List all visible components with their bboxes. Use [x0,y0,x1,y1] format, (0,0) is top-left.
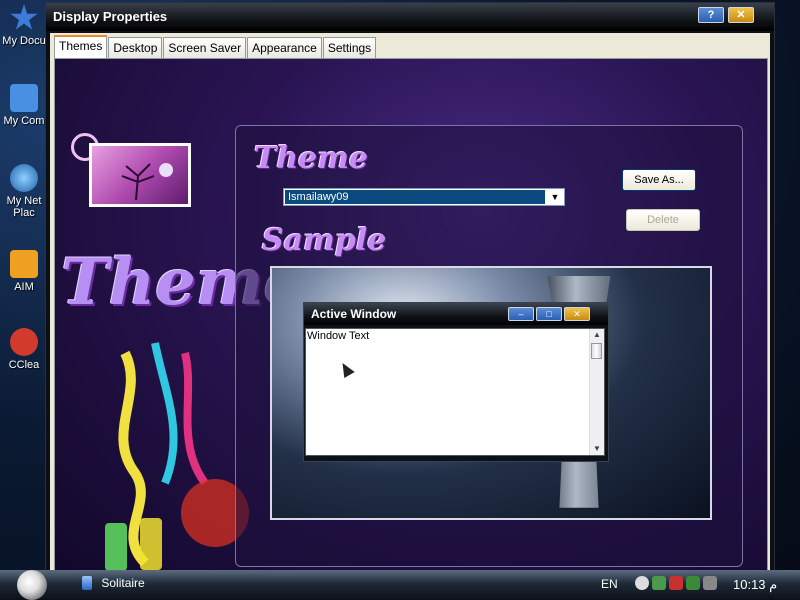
theme-heading: Theme [254,141,369,176]
close-icon: ✕ [564,307,590,321]
tree-icon [121,163,173,201]
globe-icon [10,164,38,192]
help-button[interactable]: ? [698,7,724,23]
desktop-icon-label: CClea [8,359,40,371]
sample-scrollbar: ▲ ▼ [589,329,604,455]
sample-window-text: Window Text [307,330,370,342]
tray-icon[interactable] [703,576,717,590]
scroll-up-icon: ▲ [593,330,601,339]
taskbar-item-label: Solitaire [101,575,145,590]
ccleaner-icon [10,328,38,356]
sample-heading: Sample [262,223,387,258]
sample-window-body: Window Text ▲ ▼ [305,328,605,456]
sample-active-window: Active Window – □ ✕ Window Text ▲ ▼ [303,302,609,462]
desktop-icon-network-places[interactable]: My Net Plac [0,164,48,219]
system-tray [635,576,720,594]
tray-icon[interactable] [635,576,649,590]
theme-sample-preview: Active Window – □ ✕ Window Text ▲ ▼ [270,266,712,520]
window-client-area: Themes Desktop Screen Saver Appearance S… [50,33,770,572]
decorative-picture-frame [89,143,191,207]
desktop-icon-label: My Docu [2,35,46,47]
taskbar-item-solitaire[interactable]: Solitaire [82,575,145,595]
scroll-thumb [591,343,602,359]
scroll-down-icon: ▼ [593,444,601,453]
chevron-down-icon[interactable]: ▼ [547,190,563,204]
desktop-icon-ccleaner[interactable]: CClea [0,328,48,371]
taskbar: Solitaire EN 10:13 م [0,570,800,600]
tray-icon[interactable] [669,576,683,590]
themes-panel: Themes Theme Ismailawy09 ▼ Save As... De… [54,58,768,572]
desktop-icon-label: My Net Plac [6,195,42,219]
theme-select[interactable]: Ismailawy09 ▼ [283,188,565,206]
solitaire-icon [82,575,92,590]
maximize-icon: □ [536,307,562,321]
aim-icon [10,250,38,278]
start-button[interactable] [17,570,47,600]
desktop-icon-my-documents[interactable]: My Docu [0,4,48,47]
tab-appearance[interactable]: Appearance [247,37,322,59]
desktop-icon-label: My Com [3,115,45,127]
tab-screen-saver[interactable]: Screen Saver [163,37,247,59]
language-indicator[interactable]: EN [601,577,618,591]
minimize-icon: – [508,307,534,321]
window-title: Display Properties [53,9,168,24]
tab-themes[interactable]: Themes [54,35,108,60]
close-button[interactable]: ✕ [728,7,754,23]
tab-strip: Themes Desktop Screen Saver Appearance S… [54,35,377,60]
tray-icon[interactable] [652,576,666,590]
desktop-icon-my-computer[interactable]: My Com [0,84,48,127]
clock: 10:13 م [733,577,778,592]
computer-icon [10,84,38,112]
desktop-icon-label: AIM [14,281,34,293]
delete-button[interactable]: Delete [626,209,700,231]
title-bar[interactable]: Display Properties ? ✕ [46,3,774,31]
sample-title-bar: Active Window – □ ✕ [304,303,608,325]
save-as-button[interactable]: Save As... [622,169,696,191]
theme-select-value: Ismailawy09 [285,190,545,204]
tab-desktop[interactable]: Desktop [108,37,163,59]
sample-window-title: Active Window [311,307,397,321]
display-properties-window: Display Properties ? ✕ Themes Desktop Sc… [45,2,775,572]
desktop-icon-aim[interactable]: AIM [0,250,48,293]
tab-settings[interactable]: Settings [322,37,377,59]
paint-splash-art [105,342,249,571]
star-icon [10,4,38,30]
tray-icon[interactable] [686,576,700,590]
